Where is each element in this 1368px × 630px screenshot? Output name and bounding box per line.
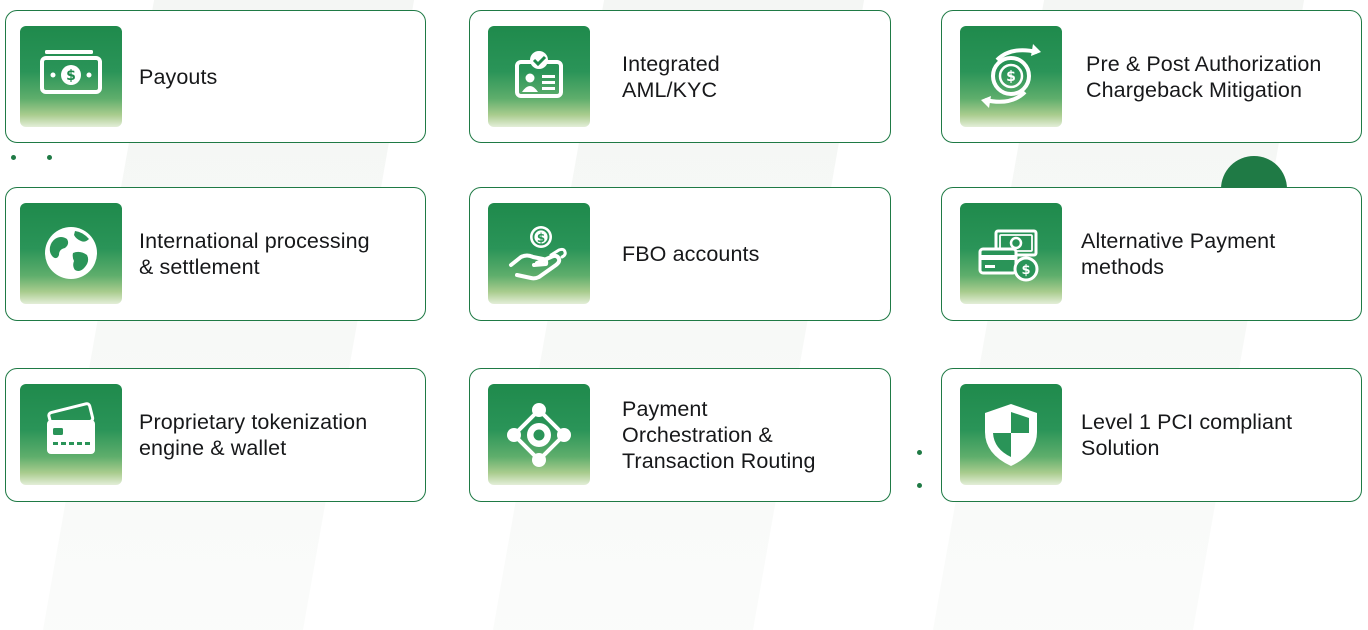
icon-tile <box>20 203 122 304</box>
feature-card-fbo: $ FBO accounts <box>469 187 891 321</box>
id-card-check-icon <box>515 51 563 98</box>
icon-tile: $ <box>20 26 122 127</box>
icon-tile <box>488 26 590 127</box>
svg-text:$: $ <box>1021 263 1030 278</box>
feature-card-orchestration: Payment Orchestration & Transaction Rout… <box>469 368 891 502</box>
feature-card-tokenization: Proprietary tokenization engine & wallet <box>5 368 426 502</box>
credit-card-icon <box>47 402 95 454</box>
feature-label: International processing & settlement <box>139 229 370 279</box>
feature-card-chargeback: $ Pre & Post Authorization Chargeback Mi… <box>941 10 1362 143</box>
decorative-dot <box>917 450 922 455</box>
decorative-dot <box>47 155 52 160</box>
dollar-cycle-icon: $ <box>981 44 1041 108</box>
shield-icon <box>985 404 1037 466</box>
feature-card-aml-kyc: Integrated AML/KYC <box>469 10 891 143</box>
globe-icon <box>45 227 97 279</box>
network-nodes-icon <box>507 403 571 467</box>
feature-label: Level 1 PCI compliant Solution <box>1081 410 1293 460</box>
icon-tile <box>960 384 1062 485</box>
decorative-dot <box>917 483 922 488</box>
feature-label: FBO accounts <box>622 242 760 266</box>
cash-icon: $ <box>40 50 102 94</box>
feature-card-international: International processing & settlement <box>5 187 426 321</box>
feature-label: Pre & Post Authorization Chargeback Miti… <box>1086 51 1322 102</box>
icon-tile: $ <box>960 26 1062 127</box>
card-cash-icon: $ <box>978 229 1039 282</box>
icon-tile <box>20 384 122 485</box>
feature-label: Alternative Payment methods <box>1081 229 1276 279</box>
feature-label: Payouts <box>139 64 218 89</box>
feature-card-alternative-payment: $ Alternative Payment methods <box>941 187 1362 321</box>
icon-tile <box>488 384 590 485</box>
svg-text:$: $ <box>537 231 545 245</box>
coin-hand-icon: $ <box>509 226 567 281</box>
decorative-dot <box>11 155 16 160</box>
svg-text:$: $ <box>1006 69 1016 85</box>
feature-label: Integrated AML/KYC <box>622 51 720 102</box>
icon-tile: $ <box>960 203 1062 304</box>
feature-label: Proprietary tokenization engine & wallet <box>139 410 368 460</box>
feature-label: Payment Orchestration & Transaction Rout… <box>622 397 816 473</box>
feature-card-payouts: $ Payouts <box>5 10 426 143</box>
icon-tile: $ <box>488 203 590 304</box>
feature-card-pci: Level 1 PCI compliant Solution <box>941 368 1362 502</box>
svg-text:$: $ <box>66 68 76 84</box>
